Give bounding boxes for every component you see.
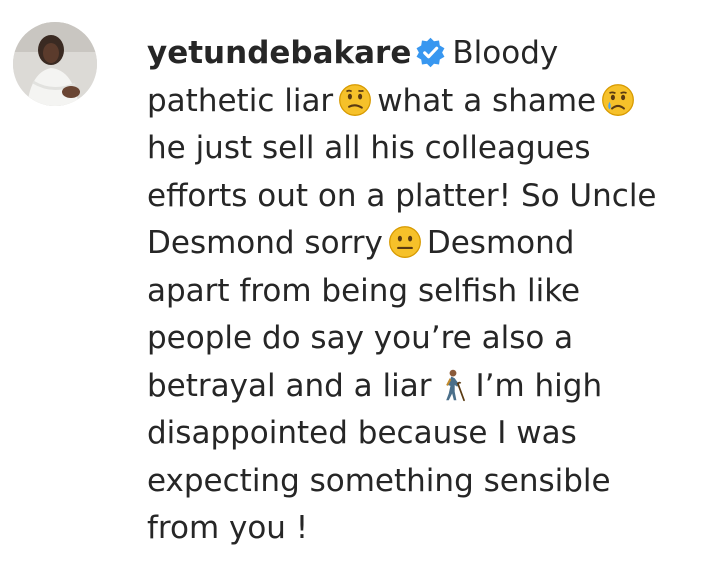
- confused-face-emoji: [338, 83, 372, 117]
- avatar[interactable]: [13, 22, 97, 106]
- verified-badge-icon: [415, 37, 446, 68]
- comment-text-segment: people do say you’re also a: [147, 320, 574, 356]
- comment-line-6: apart from being selfish like: [147, 268, 707, 316]
- comment-text-segment: pathetic liar: [147, 82, 334, 119]
- comment-line-11: from you !: [147, 505, 707, 553]
- comment-line-9: disappointed because I was: [147, 410, 707, 458]
- comment-text-segment: apart from being selfish like: [147, 272, 581, 309]
- comment-line-2: pathetic liar what a shame: [147, 78, 707, 126]
- comment-text-segment: from you !: [147, 510, 309, 546]
- comment-text-segment: efforts out on a platter! So Uncle: [147, 177, 657, 214]
- comment-text-segment: disappointed because I was: [147, 415, 577, 451]
- comment: yetundebakare Bloody pathetic liar what …: [0, 0, 720, 575]
- username-link[interactable]: yetundebakare: [147, 35, 411, 71]
- comment-text-segment: I’m high: [475, 367, 603, 404]
- comment-text-segment: Desmond: [426, 225, 575, 261]
- comment-line-3: he just sell all his colleagues: [147, 125, 707, 173]
- comment-line-4: efforts out on a platter! So Uncle: [147, 173, 707, 221]
- comment-line-7: people do say you’re also a: [147, 315, 707, 363]
- neutral-face-emoji: [388, 225, 422, 259]
- comment-text-segment: expecting something sensible: [147, 462, 611, 499]
- comment-text-segment: he just sell all his colleagues: [147, 130, 591, 166]
- comment-text-segment: betrayal and a liar: [147, 367, 432, 404]
- comment-text-segment: Desmond sorry: [147, 225, 383, 261]
- person-with-cane-emoji: [436, 368, 470, 402]
- comment-text-segment: what a shame: [377, 82, 597, 119]
- comment-line-10: expecting something sensible: [147, 458, 707, 506]
- comment-line-5: Desmond sorry Desmond: [147, 220, 707, 268]
- comment-text-segment: Bloody: [452, 35, 559, 71]
- comment-line-1: yetundebakare Bloody: [147, 30, 707, 78]
- comment-line-8: betrayal and a liar I’m high: [147, 363, 707, 411]
- comment-text: yetundebakare Bloody pathetic liar what …: [147, 30, 707, 553]
- sad-tear-face-emoji: [601, 83, 635, 117]
